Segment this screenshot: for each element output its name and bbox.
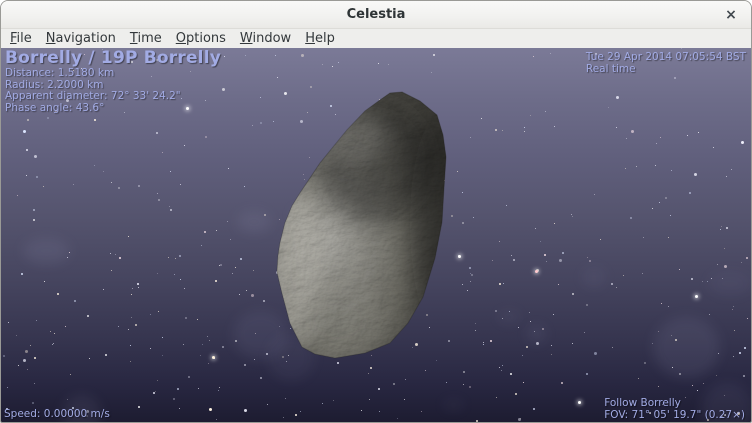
distance-readout: Distance: 1.5180 km	[5, 68, 221, 80]
menu-item-file[interactable]: File	[3, 29, 39, 48]
selected-object-name: Borrelly / 19P Borrelly	[5, 49, 221, 68]
render-viewport[interactable]: Borrelly / 19P Borrelly Distance: 1.5180…	[1, 48, 751, 422]
menu-item-options[interactable]: Options	[169, 29, 233, 48]
time-overlay: Tue 29 Apr 2014 07:05:54 BST Real time	[586, 51, 746, 75]
phase-angle-readout: Phase angle: 43.6°	[5, 103, 221, 115]
celestia-window: Celestia × FileNavigationTimeOptionsWind…	[0, 0, 752, 423]
datetime-readout: Tue 29 Apr 2014 07:05:54 BST	[586, 51, 746, 63]
menu-item-navigation[interactable]: Navigation	[39, 29, 123, 48]
menu-item-window[interactable]: Window	[233, 29, 298, 48]
menu-item-help[interactable]: Help	[298, 29, 342, 48]
frame-overlay: Follow Borrelly FOV: 71° 05' 19.7" (0.27…	[604, 398, 745, 421]
fov-readout: FOV: 71° 05' 19.7" (0.27×)	[604, 410, 745, 422]
borrelly-asteroid-render	[250, 73, 460, 373]
selection-info-overlay: Borrelly / 19P Borrelly Distance: 1.5180…	[5, 49, 221, 114]
apparent-diameter-readout: Apparent diameter: 72° 33' 24.2"	[5, 91, 221, 103]
titlebar[interactable]: Celestia ×	[1, 1, 751, 29]
follow-mode-readout: Follow Borrelly	[604, 398, 745, 410]
menu-item-time[interactable]: Time	[123, 29, 169, 48]
menubar: FileNavigationTimeOptionsWindowHelp	[1, 29, 751, 48]
window-title: Celestia	[347, 7, 406, 22]
time-mode-readout: Real time	[586, 63, 746, 75]
speed-readout: Speed: 0.00000 m/s	[4, 408, 110, 420]
close-icon[interactable]: ×	[721, 5, 741, 25]
